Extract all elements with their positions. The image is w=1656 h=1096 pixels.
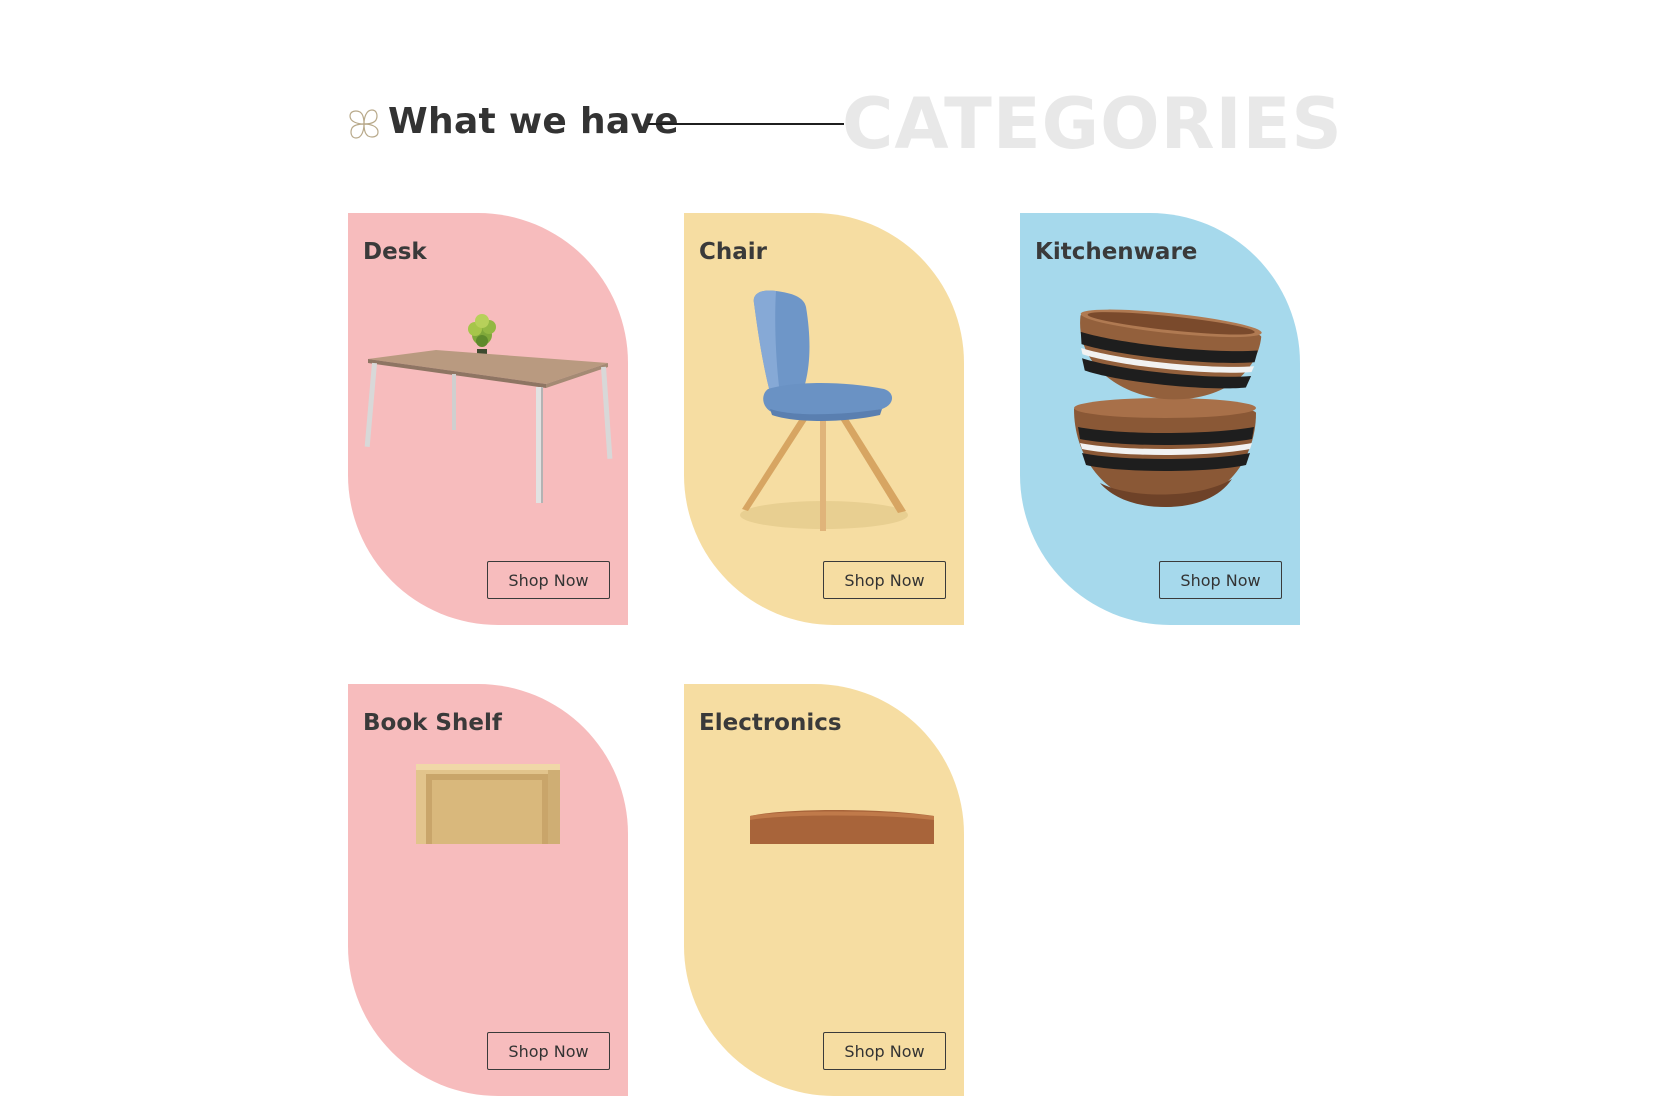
category-card-chair[interactable]: Chair Shop Now (684, 213, 964, 625)
heading-divider (648, 123, 844, 125)
shop-now-button[interactable]: Shop Now (823, 561, 946, 599)
category-card-desk[interactable]: Desk Shop Now (348, 213, 628, 625)
category-card-electronics[interactable]: Electronics Shop Now (684, 684, 964, 1096)
section-title: What we have (388, 101, 679, 142)
shop-now-button[interactable]: Shop Now (487, 561, 610, 599)
shop-now-button[interactable]: Shop Now (823, 1032, 946, 1070)
shop-now-button[interactable]: Shop Now (1159, 561, 1282, 599)
categories-section: What we have CATEGORIES Desk Shop Now Ch… (348, 0, 1342, 1096)
category-card-book-shelf[interactable]: Book Shelf Shop Now (348, 684, 628, 1096)
section-watermark: CATEGORIES (842, 83, 1343, 165)
shop-now-button[interactable]: Shop Now (487, 1032, 610, 1070)
flower-icon (349, 109, 379, 139)
section-heading: What we have CATEGORIES (348, 83, 1342, 166)
category-card-kitchenware[interactable]: Kitchenware Shop Now (1020, 213, 1300, 625)
